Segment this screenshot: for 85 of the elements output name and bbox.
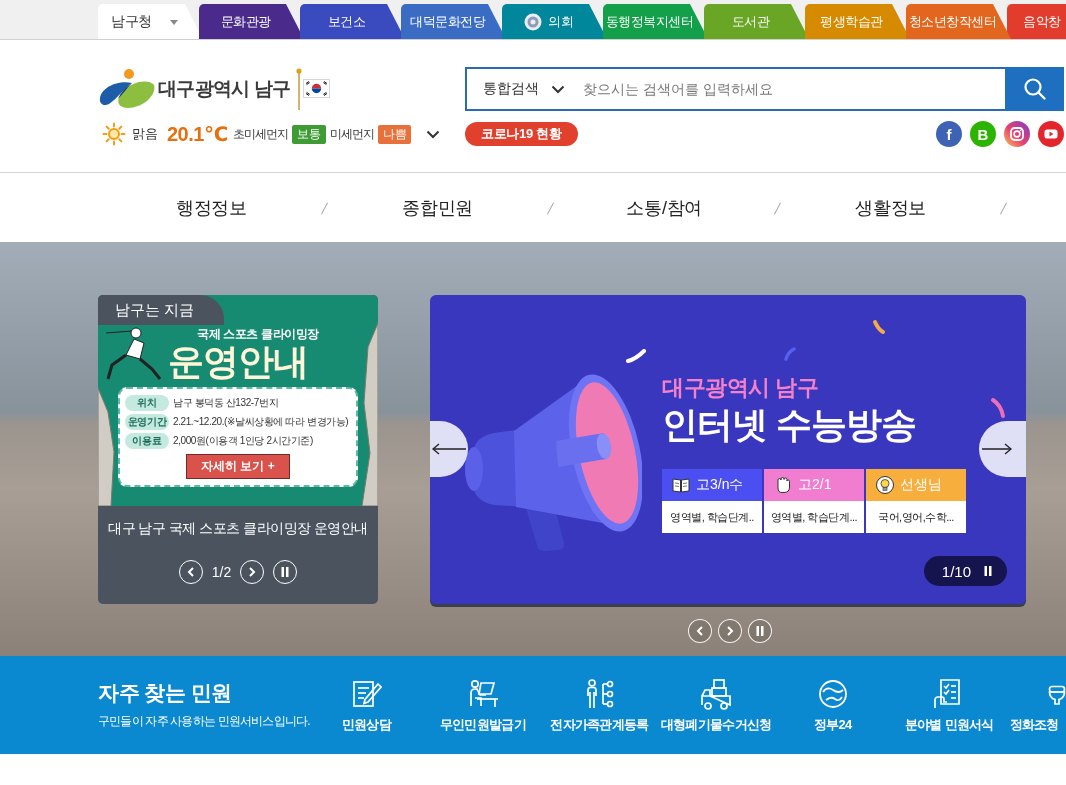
book-icon: [672, 477, 690, 493]
detail-tag: 이용료: [125, 433, 169, 449]
confetti-piece: [872, 319, 886, 335]
detail-tag: 운영기간: [125, 414, 169, 430]
menu-link[interactable]: 종합민원: [402, 195, 474, 220]
previous-button[interactable]: [688, 619, 712, 643]
facebook-link[interactable]: f: [936, 121, 962, 147]
audience-header[interactable]: 고3/n수: [662, 469, 762, 501]
details-button[interactable]: 자세히 보기 +: [186, 454, 290, 479]
slide-count: 1/2: [211, 564, 232, 580]
confetti-piece: [990, 397, 1006, 419]
chevron-right-icon: [248, 567, 257, 577]
audience-label: 고3/n수: [696, 476, 744, 494]
covid-status-button[interactable]: 코로나19 현황: [465, 122, 578, 146]
next-button[interactable]: [718, 619, 742, 643]
banner-title: 인터넷 수능방송: [662, 405, 916, 445]
air-quality-status: 나쁨: [378, 124, 412, 144]
audience-label: 선생님: [900, 476, 942, 494]
logo-icon: [98, 68, 156, 110]
promo-banner[interactable]: 대구광역시 남구 인터넷 수능방송 고3/n수 영역별, 학습단계.. 고2/1 영역별, 학습단계... 선생님 국어,영어,수학... 1/10: [430, 295, 1026, 604]
chevron-right-icon: [726, 626, 734, 636]
pause-icon: [756, 626, 764, 636]
emblem-icon: [524, 12, 542, 31]
audience-description[interactable]: 영역별, 학습단계...: [764, 501, 864, 533]
poster-subtitle: 국제 스포츠 클라이밍장: [197, 327, 319, 341]
hand-icon: [774, 476, 792, 494]
site-tab[interactable]: 청소년창작센터: [906, 4, 1011, 39]
camera-icon[interactable]: [1004, 121, 1030, 147]
audience-description[interactable]: 국어,영어,수학...: [866, 501, 966, 533]
arrow-right-icon: [982, 443, 1012, 455]
flag-icon: [294, 68, 331, 110]
air-quality-status: 보통: [292, 124, 326, 144]
lightbulb-icon: [876, 476, 894, 494]
service-link[interactable]: 대형폐기물수거신청: [657, 656, 775, 754]
site-tab[interactable]: 음악창: [1007, 4, 1066, 39]
blog-link[interactable]: B: [970, 121, 996, 147]
section-subtitle: 구민들이 자주 사용하는 민원서비스입니다.: [98, 714, 308, 729]
play-icon[interactable]: [1038, 121, 1064, 147]
pause-icon[interactable]: [984, 566, 992, 576]
chevron-left-icon: [186, 567, 195, 577]
service-link[interactable]: 분야별 민원서식: [890, 656, 1008, 754]
truck-icon: [700, 677, 733, 710]
search-bar[interactable]: 통합검색 찾으시는 검색어를 입력하세요: [465, 67, 1064, 111]
search-field[interactable]: 찾으시는 검색어를 입력하세요: [577, 69, 1005, 109]
weather-condition: 맑음: [132, 125, 158, 143]
news-caption[interactable]: 대구 남구 국제 스포츠 클라이밍장 운영안내: [108, 519, 368, 537]
pause-icon: [281, 567, 290, 577]
menu-link[interactable]: 소통/참여: [626, 195, 702, 220]
search-icon: [1022, 77, 1047, 101]
temperature: 20.1℃: [167, 122, 228, 146]
air-quality-label: 미세먼지: [329, 125, 374, 143]
menu-link[interactable]: 생활정보: [855, 195, 927, 220]
service-link[interactable]: 정부24: [774, 656, 891, 754]
section-title: 자주 찾는 민원: [98, 681, 233, 705]
confetti-piece: [784, 347, 796, 361]
chevron-down-icon[interactable]: [426, 129, 440, 139]
detail-text: 2,000원(이용객 1인당 2시간기준): [173, 434, 313, 448]
air-quality-label: 초미세먼지: [232, 125, 289, 143]
search-scope-dropdown[interactable]: 통합검색: [467, 69, 577, 109]
swirl-icon: [816, 677, 849, 710]
audience-label: 고2/1: [798, 476, 832, 494]
detail-text: 남구 봉덕동 산132-7번지: [173, 396, 279, 410]
chevron-down-icon: [551, 84, 565, 94]
sun-icon: [102, 122, 126, 146]
poster-title: 운영안내: [168, 343, 308, 381]
section-tag: 남구는 지금: [98, 295, 225, 325]
chevron-left-icon: [696, 626, 704, 636]
home-link[interactable]: 대구광역시 남구: [98, 68, 291, 110]
caret-icon: [169, 19, 178, 25]
confetti-piece: [626, 349, 646, 363]
slide-count: 1/10: [941, 562, 971, 580]
previous-slide-button[interactable]: [430, 421, 468, 477]
detail-tag: 위치: [125, 395, 169, 411]
menu-link[interactable]: 행정정보: [175, 195, 247, 220]
service-link[interactable]: 정화조청: [1007, 656, 1066, 754]
service-link[interactable]: 전자가족관계등록: [541, 656, 658, 754]
arrow-left-icon: [432, 443, 466, 455]
pause-button[interactable]: [748, 619, 772, 643]
audience-description[interactable]: 영역별, 학습단계..: [662, 501, 762, 533]
climber-drawing: [104, 327, 164, 383]
detail-text: 2.21.~12.20.(※날씨상황에 따라 변경가능): [173, 415, 349, 429]
search-button[interactable]: [1005, 67, 1064, 111]
service-link[interactable]: 무인민원발급기: [424, 656, 542, 754]
next-slide-button[interactable]: [979, 421, 1026, 477]
banner-kicker: 대구광역시 남구: [662, 375, 819, 401]
